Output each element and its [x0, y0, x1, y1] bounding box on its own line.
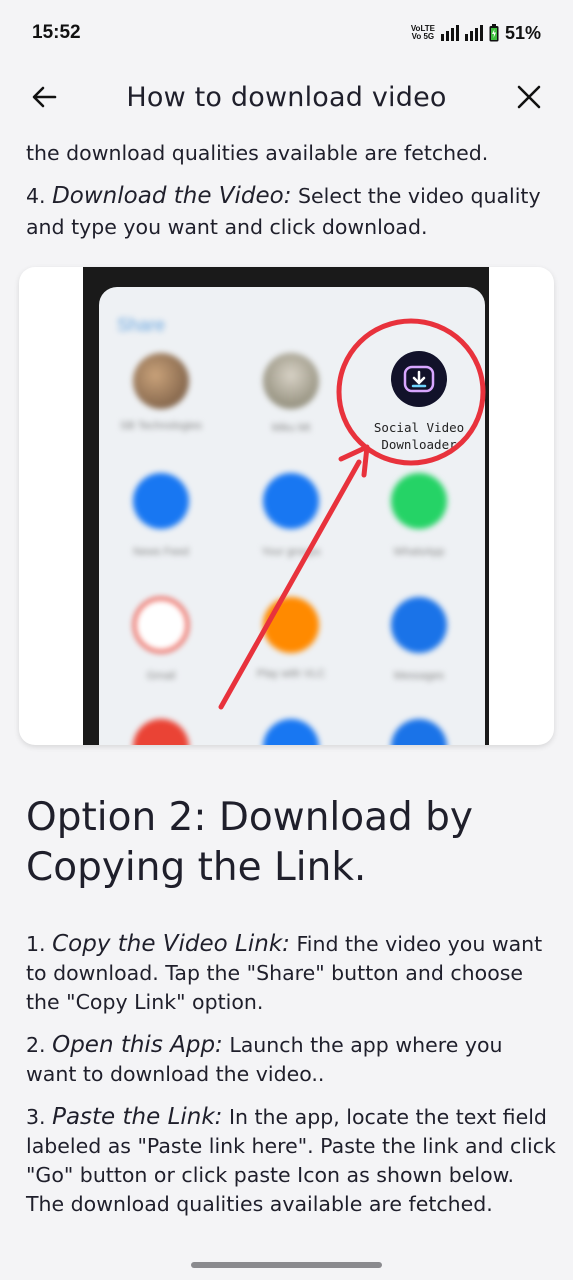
home-indicator[interactable]: [191, 1262, 382, 1268]
step-number: 1.: [26, 932, 46, 956]
volte-line2: Vo 5G: [411, 32, 435, 41]
signal-icon: [440, 25, 459, 41]
step-4-number: 4.: [26, 184, 46, 208]
highlight-annotation: [218, 318, 486, 710]
step-item: 1. Copy the Video Link: Find the video y…: [26, 930, 556, 1017]
option-2-steps: 1. Copy the Video Link: Find the video y…: [26, 930, 556, 1233]
step-number: 2.: [26, 1033, 46, 1057]
app-bar: How to download video: [0, 66, 573, 128]
battery-icon: [489, 24, 499, 42]
close-button[interactable]: [511, 79, 547, 115]
close-icon: [517, 85, 541, 109]
page-title: How to download video: [126, 81, 447, 113]
share-sheet-screenshot: Share SB Technologies Miku Mt Social Vid…: [19, 267, 554, 745]
signal-icon-2: [464, 25, 483, 41]
step-title: Copy the Video Link:: [52, 931, 290, 957]
status-bar: 15:52 VoLTE Vo 5G 51%: [0, 0, 573, 66]
battery-percent: 51%: [504, 22, 541, 43]
step-4-title: Download the Video:: [52, 183, 292, 209]
instructions-intro: the download qualities available are fet…: [26, 128, 556, 243]
arrow-left-icon: [32, 86, 57, 108]
step-4: 4. Download the Video: Select the video …: [26, 181, 556, 243]
intro-line: the download qualities available are fet…: [26, 141, 489, 165]
step-title: Open this App:: [52, 1032, 223, 1058]
step-number: 3.: [26, 1105, 46, 1129]
step-title: Paste the Link:: [52, 1104, 223, 1130]
option-2-heading: Option 2: Download by Copying the Link.: [26, 795, 473, 890]
step-item: 2. Open this App: Launch the app where y…: [26, 1031, 556, 1089]
volte-indicator: VoLTE Vo 5G: [411, 25, 435, 41]
status-icons: VoLTE Vo 5G 51%: [411, 23, 541, 44]
back-button[interactable]: [26, 79, 62, 115]
step-item: 3. Paste the Link: In the app, locate th…: [26, 1103, 556, 1219]
status-time: 15:52: [32, 22, 81, 43]
